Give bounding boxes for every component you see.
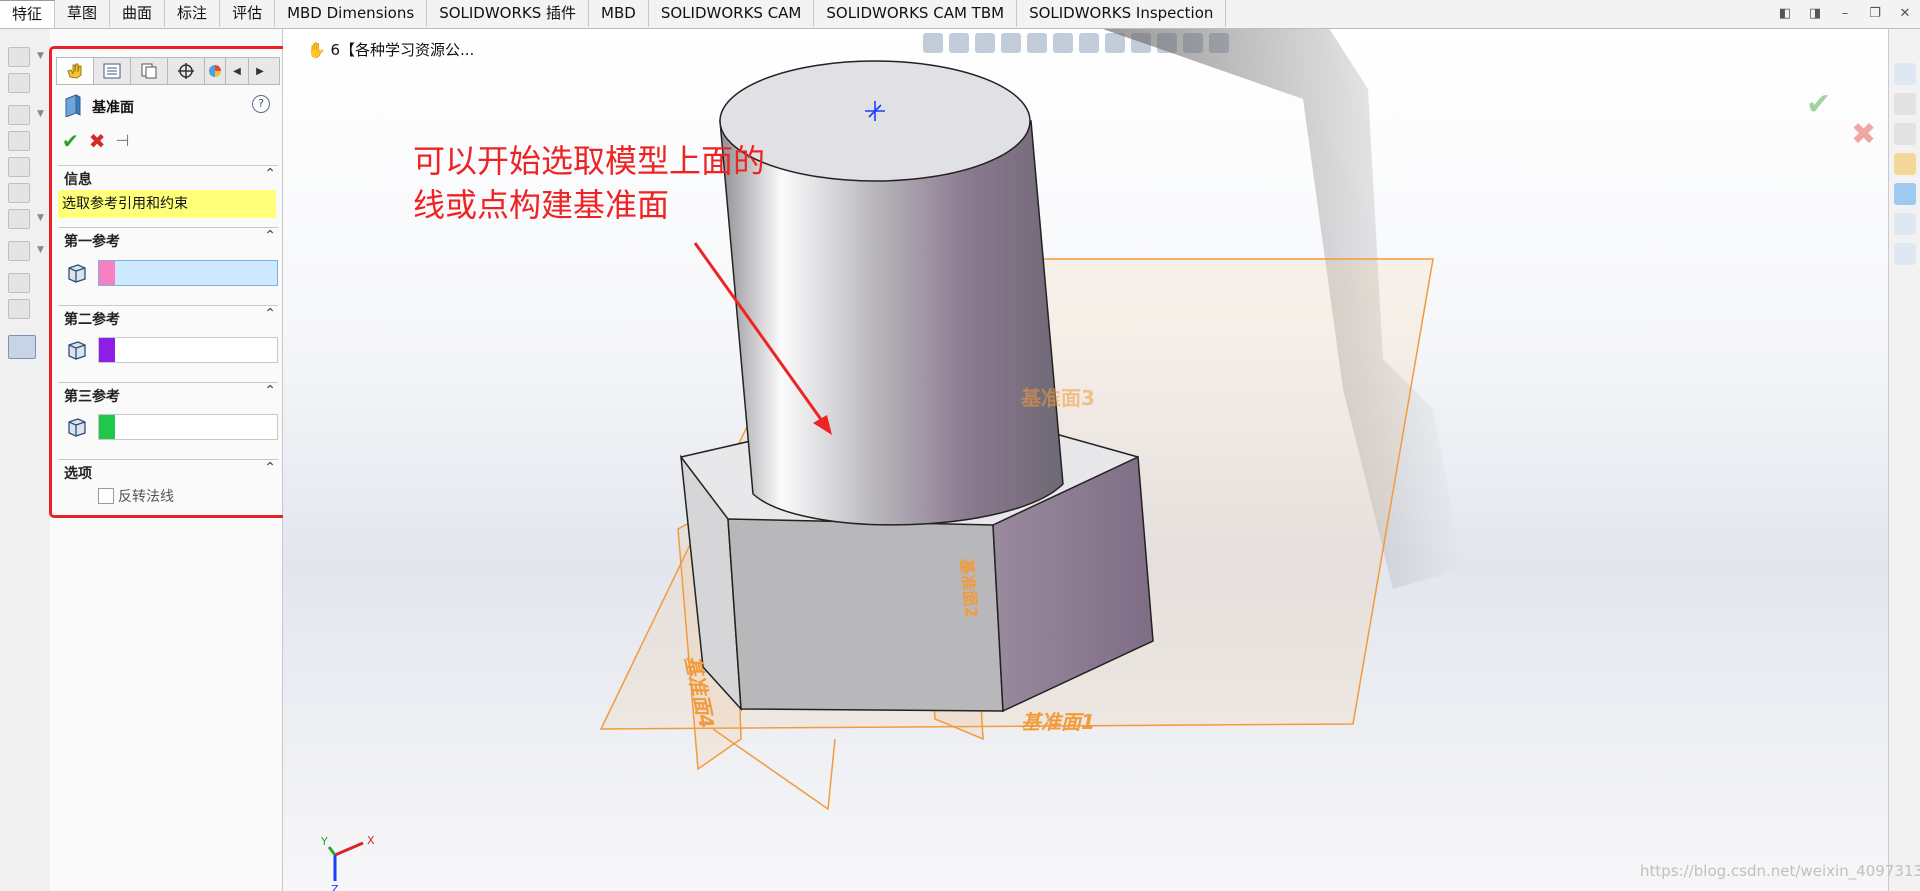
annotation-line-2: 线或点构建基准面 [413, 186, 670, 224]
tab-sketch[interactable]: 草图 [55, 0, 111, 27]
hex-base-front-face [727, 518, 1004, 712]
forum-icon[interactable] [1894, 243, 1916, 265]
rib-icon[interactable] [8, 273, 30, 293]
dropdown-arrow-icon[interactable]: ▼ [37, 51, 44, 61]
plane3-label: 基准面3 [1021, 386, 1095, 410]
tab-solidworks-cam-tbm[interactable]: SOLIDWORKS CAM TBM [814, 0, 1018, 27]
minimize-icon[interactable]: – [1830, 0, 1860, 28]
reference-plane-1-edge [712, 728, 836, 811]
annotation-text: 可以开始选取模型上面的 线或点构建基准面 [413, 139, 765, 227]
task-pane [1888, 29, 1920, 891]
plane1-label: 基准面1 [1021, 710, 1095, 734]
chamfer-icon[interactable] [8, 209, 30, 229]
wrap-icon[interactable] [8, 299, 30, 319]
triad-x-label: X [367, 834, 375, 847]
triad-z-label: Z [331, 883, 339, 891]
revolve-icon[interactable] [8, 73, 30, 93]
tab-mbd[interactable]: MBD [589, 0, 649, 27]
tab-annotate[interactable]: 标注 [165, 0, 221, 27]
dropdown-arrow-icon[interactable]: ▼ [37, 213, 44, 223]
restore-icon[interactable]: ❐ [1860, 0, 1890, 28]
dropdown-arrow-icon[interactable]: ▼ [37, 109, 44, 119]
extrude-icon[interactable] [8, 47, 30, 67]
tile-left-icon[interactable]: ◧ [1770, 0, 1800, 28]
triad-y-axis [327, 846, 337, 856]
highlight-frame [49, 46, 303, 518]
watermark-text: https://blog.csdn.net/weixin_40973138 [1640, 862, 1920, 880]
home-icon[interactable] [1894, 63, 1916, 85]
view-palette-icon[interactable] [1894, 153, 1916, 175]
reference-geometry-icon[interactable] [8, 335, 36, 359]
tab-solidworks-addins[interactable]: SOLIDWORKS 插件 [427, 0, 590, 27]
appearances-icon[interactable] [1894, 183, 1916, 205]
cylinder-body [719, 120, 1064, 526]
tab-solidworks-cam[interactable]: SOLIDWORKS CAM [648, 0, 815, 27]
tab-solidworks-inspection[interactable]: SOLIDWORKS Inspection [1017, 0, 1227, 27]
custom-properties-icon[interactable] [1894, 213, 1916, 235]
sweep-icon[interactable] [8, 105, 30, 125]
tile-right-icon[interactable]: ◨ [1800, 0, 1830, 28]
file-explorer-icon[interactable] [1894, 123, 1916, 145]
close-icon[interactable]: ✕ [1890, 0, 1920, 28]
command-manager-tabbar: 特征 草图 曲面 标注 评估 MBD Dimensions SOLIDWORKS… [0, 0, 1920, 29]
triad-x-axis [334, 841, 364, 857]
pattern-icon[interactable] [8, 241, 30, 261]
boundary-icon[interactable] [8, 157, 30, 177]
window-controls: ◧ ◨ – ❐ ✕ [1770, 0, 1920, 28]
command-manager-tabs: 特征 草图 曲面 标注 评估 MBD Dimensions SOLIDWORKS… [0, 0, 1227, 28]
graphics-area[interactable]: ✋ 6【各种学习资源公... 基准面1 基准面3 基准面4 基准面2 X Y Z… [283, 29, 1920, 891]
tab-surfaces[interactable]: 曲面 [110, 0, 166, 27]
tab-features[interactable]: 特征 [0, 0, 56, 28]
annotation-line-1: 可以开始选取模型上面的 [413, 142, 766, 180]
design-library-icon[interactable] [1894, 93, 1916, 115]
dropdown-arrow-icon[interactable]: ▼ [37, 245, 44, 255]
confirmation-cancel-icon[interactable]: ✖ [1851, 117, 1876, 152]
feature-toolbar-strip: ▼ ▼ ▼ ▼ [0, 29, 51, 891]
fillet-icon[interactable] [8, 183, 30, 203]
tab-evaluate[interactable]: 评估 [220, 0, 276, 27]
triad-y-label: Y [320, 835, 328, 848]
tab-mbd-dimensions[interactable]: MBD Dimensions [275, 0, 428, 27]
loft-icon[interactable] [8, 131, 30, 151]
confirmation-ok-icon[interactable]: ✔ [1806, 87, 1831, 122]
